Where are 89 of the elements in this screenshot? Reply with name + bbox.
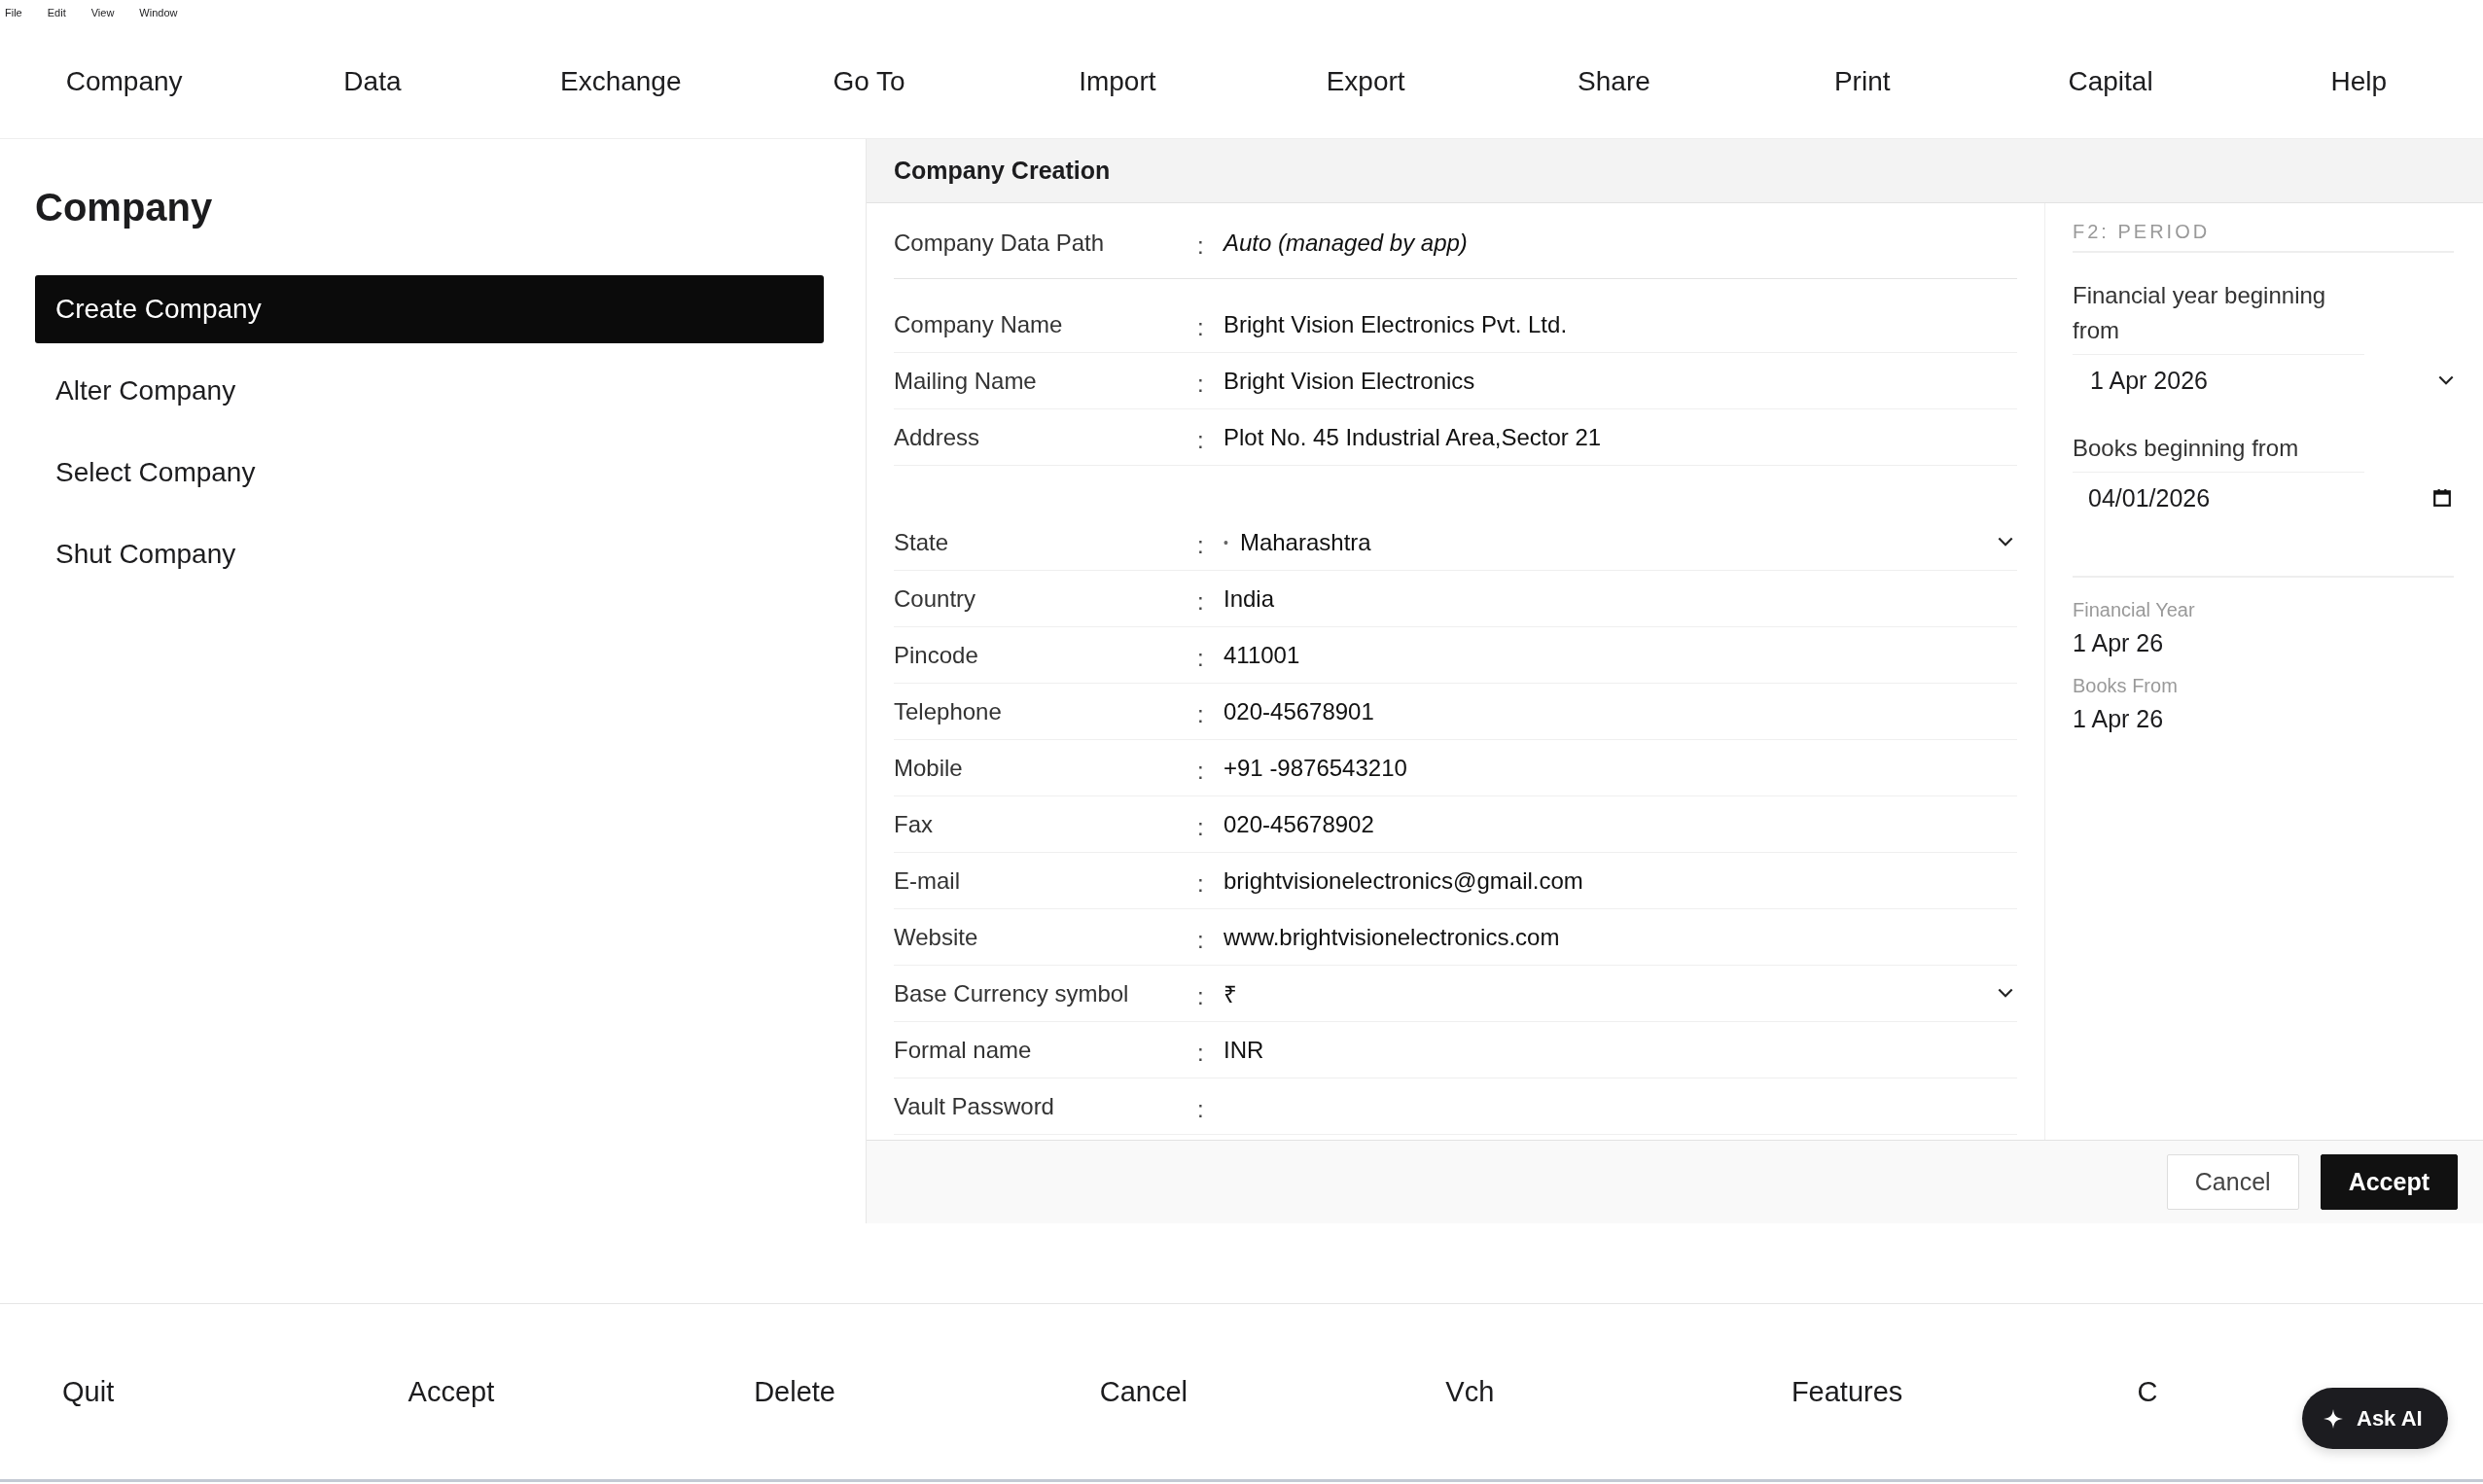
- field-label: State: [894, 528, 950, 556]
- select-field[interactable]: ₹: [1224, 977, 2017, 1009]
- sidebar-item[interactable]: Shut Company: [35, 520, 824, 588]
- bottom-bar-item[interactable]: Features: [1791, 1375, 1903, 1407]
- field-label: Fax: [894, 810, 934, 838]
- colon: :: [1197, 925, 1205, 954]
- ask-ai-button[interactable]: Ask AI: [2302, 1388, 2448, 1449]
- colon: :: [1197, 981, 1205, 1010]
- field-label: Mobile: [894, 754, 964, 782]
- colon: :: [1197, 699, 1205, 728]
- colon: :: [1197, 868, 1205, 898]
- menu-item[interactable]: View: [90, 6, 115, 18]
- field-label: Base Currency symbol: [894, 979, 1130, 1007]
- chevron-down-icon: [2438, 374, 2454, 386]
- input-field[interactable]: brightvisionelectronics@gmail.com: [1224, 866, 2017, 895]
- input-field[interactable]: Plot No. 45 Industrial Area,Sector 21: [1224, 423, 2017, 451]
- sparkle-icon: [2323, 1408, 2343, 1429]
- input-field[interactable]: India: [1224, 584, 2017, 613]
- colon: :: [1197, 1038, 1205, 1067]
- nav-item[interactable]: Go To: [833, 65, 905, 97]
- input-field[interactable]: +91 -9876543210: [1224, 754, 2017, 782]
- field-label: Country: [894, 584, 977, 613]
- summary-value: 1 Apr 26: [2073, 705, 2165, 733]
- bullet: •: [1224, 534, 1228, 550]
- colon: :: [1197, 230, 1205, 260]
- sidebar-item[interactable]: Alter Company: [35, 357, 824, 425]
- chevron-down-icon: [1998, 537, 2013, 548]
- menu-item[interactable]: File: [5, 6, 22, 18]
- field-label: E-mail: [894, 866, 961, 895]
- input-field[interactable]: INR: [1224, 1036, 2017, 1064]
- field-label: Books beginning from: [2073, 431, 2364, 473]
- colon: :: [1197, 425, 1205, 454]
- bottom-bar-item[interactable]: Cancel: [1099, 1375, 1188, 1407]
- nav-item[interactable]: Print: [1833, 65, 1891, 97]
- summary-label: Financial Year: [2073, 599, 2196, 621]
- section-heading: F2: PERIOD: [2073, 221, 2454, 253]
- field-label: Formal name: [894, 1036, 1033, 1064]
- field-label: Vault Password: [894, 1092, 1055, 1120]
- bottom-bar-item[interactable]: Quit: [62, 1375, 115, 1407]
- nav-item[interactable]: Capital: [2068, 65, 2153, 97]
- input-field[interactable]: www.brightvisionelectronics.com: [1224, 923, 2017, 951]
- menu-item[interactable]: Window: [139, 6, 178, 18]
- summary-value: 1 Apr 26: [2073, 629, 2165, 657]
- summary-label: Books From: [2073, 675, 2179, 697]
- nav-item[interactable]: Share: [1578, 65, 1650, 97]
- colon: :: [1197, 756, 1205, 785]
- nav-item[interactable]: Company: [65, 65, 183, 97]
- input-field[interactable]: Auto (managed by app): [1224, 229, 2017, 257]
- nav-item[interactable]: Import: [1079, 65, 1156, 97]
- field-label: Telephone: [894, 697, 1003, 725]
- cancel-button[interactable]: Cancel: [2166, 1154, 2299, 1210]
- field-label: Financial year beginning from: [2073, 278, 2364, 355]
- select-field[interactable]: 1 Apr 2026: [2073, 355, 2454, 406]
- accept-button[interactable]: Accept: [2320, 1154, 2458, 1210]
- colon: :: [1197, 812, 1205, 841]
- input-field[interactable]: 020-45678901: [1224, 697, 2017, 725]
- input-field[interactable]: 411001: [1224, 641, 2017, 669]
- sidebar-item[interactable]: Create Company: [35, 275, 824, 343]
- nav-item[interactable]: Exchange: [559, 65, 682, 97]
- colon: :: [1197, 643, 1205, 672]
- colon: :: [1197, 1094, 1205, 1123]
- date-field[interactable]: 04/01/2026: [2073, 473, 2452, 523]
- bottom-bar-item[interactable]: C: [2137, 1375, 2158, 1407]
- colon: :: [1197, 312, 1205, 341]
- nav-item[interactable]: Help: [2330, 65, 2388, 97]
- field-label: Company Data Path: [894, 229, 1106, 257]
- field-label: Pincode: [894, 641, 979, 669]
- chevron-down-icon: [1998, 988, 2013, 999]
- input-field[interactable]: Bright Vision Electronics Pvt. Ltd.: [1224, 310, 2017, 338]
- field-label: Address: [894, 423, 981, 451]
- input-field[interactable]: 020-45678902: [1224, 810, 2017, 838]
- menu-item[interactable]: Edit: [47, 6, 66, 18]
- sidebar-item[interactable]: Select Company: [35, 439, 824, 507]
- colon: :: [1197, 369, 1205, 398]
- calendar-icon[interactable]: [2432, 488, 2452, 508]
- nav-item[interactable]: Data: [343, 65, 402, 97]
- field-label: Mailing Name: [894, 367, 1038, 395]
- select-field[interactable]: • Maharashtra: [1224, 528, 2017, 556]
- colon: :: [1197, 586, 1205, 616]
- bottom-bar-item[interactable]: Accept: [408, 1375, 495, 1407]
- field-label: Website: [894, 923, 979, 951]
- sidebar-title: Company: [35, 186, 214, 230]
- input-field[interactable]: Bright Vision Electronics: [1224, 367, 2017, 395]
- field-label: Company Name: [894, 310, 1064, 338]
- bottom-bar-item[interactable]: Delete: [754, 1375, 835, 1407]
- bottom-bar-item[interactable]: Vch: [1445, 1375, 1495, 1407]
- nav-item[interactable]: Export: [1326, 65, 1405, 97]
- panel-title: Company Creation: [894, 157, 1111, 185]
- colon: :: [1197, 530, 1205, 559]
